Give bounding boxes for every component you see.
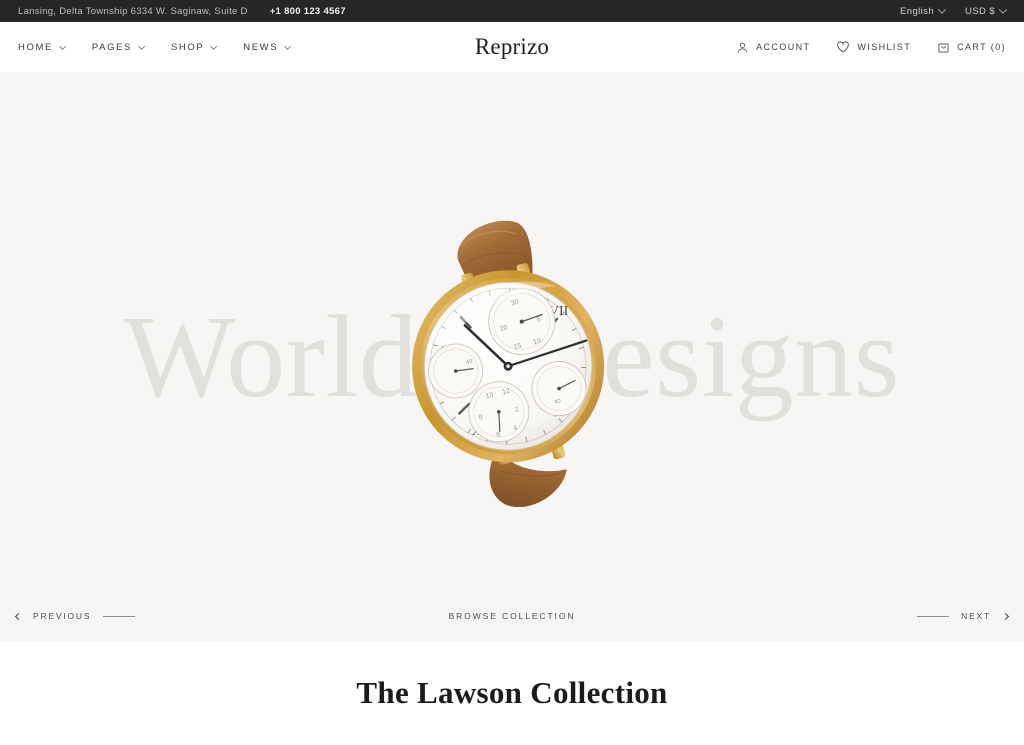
store-address: Lansing, Delta Township 6334 W. Saginaw,… (18, 5, 248, 17)
site-header: HOME PAGES SHOP NEWS Reprizo ACCOUNT WIS… (0, 22, 1024, 72)
collection-section: The Lawson Collection (0, 641, 1024, 745)
slider-previous-label: PREVIOUS (33, 611, 92, 621)
nav-item-label: NEWS (243, 41, 279, 53)
heart-icon (836, 40, 850, 54)
chevron-down-icon (58, 42, 67, 50)
hero-slider: World's Designs VII 30 20 5 15 10 40 10 … (0, 72, 1024, 641)
wishlist-button[interactable]: WISHLIST (836, 40, 911, 54)
slider-next-button[interactable]: NEXT (917, 611, 1010, 621)
store-phone[interactable]: +1 800 123 4567 (270, 6, 346, 17)
currency-selector[interactable]: USD $ (965, 5, 1008, 17)
divider-line (103, 615, 136, 617)
account-button[interactable]: ACCOUNT (736, 41, 810, 54)
language-selector[interactable]: English (900, 5, 947, 17)
chevron-down-icon (137, 42, 146, 50)
site-logo-text[interactable]: Reprizo (475, 34, 549, 59)
chevron-down-icon (998, 5, 1008, 14)
bag-icon (937, 41, 950, 54)
slider-previous-button[interactable]: PREVIOUS (14, 611, 136, 621)
divider-line (917, 615, 950, 617)
nav-item-label: HOME (18, 41, 53, 53)
hero-product-image[interactable]: VII XII 30 20 5 15 10 (382, 207, 642, 507)
browse-collection-link[interactable]: BROWSE COLLECTION (449, 611, 576, 621)
main-navigation: HOME PAGES SHOP NEWS (18, 41, 292, 53)
account-label: ACCOUNT (756, 42, 811, 52)
chevron-right-icon (1001, 612, 1010, 620)
nav-item-pages[interactable]: PAGES (91, 41, 146, 53)
chevron-down-icon (284, 42, 292, 50)
chevron-down-icon (210, 42, 218, 50)
top-utility-bar: Lansing, Delta Township 6334 W. Saginaw,… (0, 0, 1024, 22)
currency-selector-label: USD $ (965, 5, 995, 17)
collection-title: The Lawson Collection (356, 675, 668, 710)
nav-item-label: PAGES (91, 41, 132, 53)
chevron-down-icon (937, 5, 947, 14)
topbar-settings-group: English USD $ (900, 5, 1008, 17)
cart-button[interactable]: CART (0) (937, 41, 1006, 54)
header-actions: ACCOUNT WISHLIST CART (0) (736, 40, 1006, 54)
nav-item-news[interactable]: NEWS (243, 41, 292, 53)
language-selector-label: English (900, 5, 935, 17)
topbar-contact-group: Lansing, Delta Township 6334 W. Saginaw,… (18, 6, 346, 17)
nav-item-home[interactable]: HOME (18, 41, 67, 53)
wishlist-label: WISHLIST (857, 42, 912, 52)
chevron-left-icon (14, 612, 23, 620)
cart-label: CART (0) (957, 42, 1006, 52)
nav-item-shop[interactable]: SHOP (170, 41, 218, 53)
slider-next-label: NEXT (961, 611, 991, 621)
nav-item-label: SHOP (170, 41, 205, 53)
user-icon (736, 41, 749, 54)
